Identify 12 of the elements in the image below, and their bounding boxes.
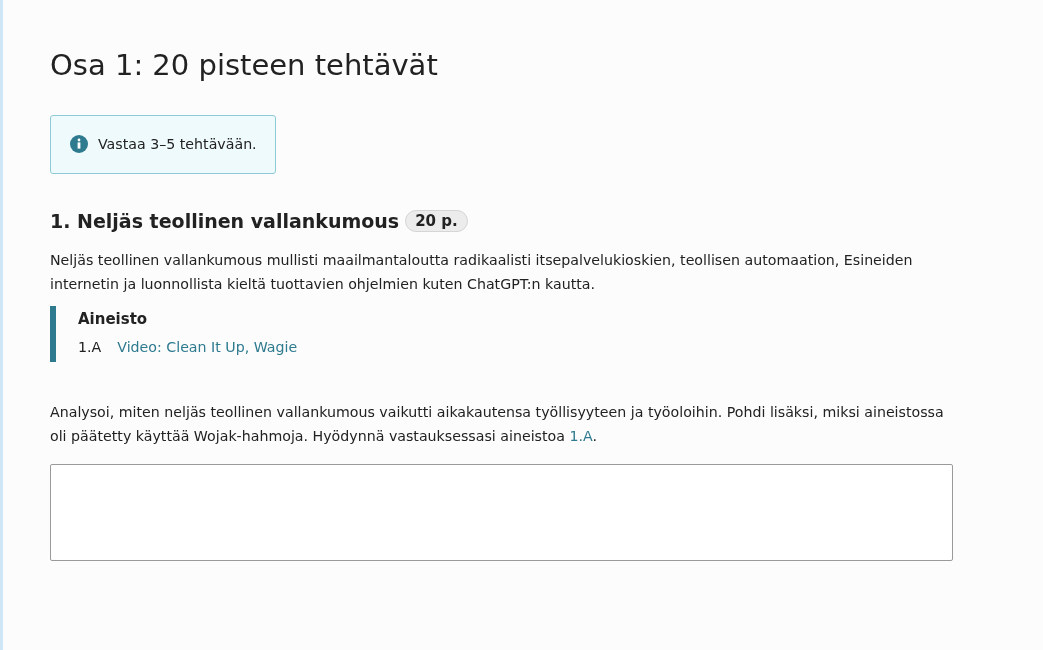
answer-box[interactable]: [50, 464, 953, 562]
question-prompt: Analysoi, miten neljäs teollinen vallankumous vaikutti aikakautensa työllisyyteen ja työoloihin. Pohdi lisäksi, miksi aineistossa oli päätetty käyttää Wojak-hahmoja. Hyödynnä vastauksessasi aineistoa 1.A.: [50, 402, 945, 447]
info-icon: [70, 135, 88, 154]
notice-text: Vastaa 3–5 tehtävään.: [98, 134, 257, 154]
material-label: 1.A: [78, 337, 102, 357]
question-title: 1. Neljäs teollinen vallankumous: [50, 210, 400, 233]
material-title: Aineisto: [78, 309, 149, 331]
material-link[interactable]: 1.A: [569, 428, 593, 445]
question-intro: Neljäs teollinen vallankumous mullisti maailmantaloutta radikaalisti itsepalvelukioskien, teollisen automaation, Esineiden internetin ja luonnollista kieltä tuottavien ohjelmien kuten ChatGPT:n kautta.: [50, 250, 914, 295]
page-heading: Osa 1: 20 pisteen tehtävät: [50, 48, 439, 83]
points-badge: 20 p.: [405, 210, 468, 233]
material-link[interactable]: Video: Clean It Up, Wagie: [117, 336, 298, 358]
